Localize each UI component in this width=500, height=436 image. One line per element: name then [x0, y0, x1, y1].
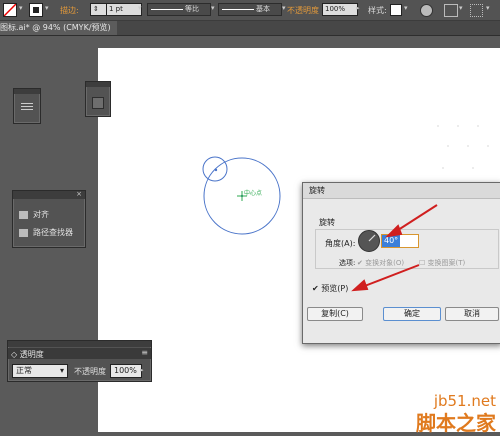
annotation-arrows: [351, 204, 438, 292]
